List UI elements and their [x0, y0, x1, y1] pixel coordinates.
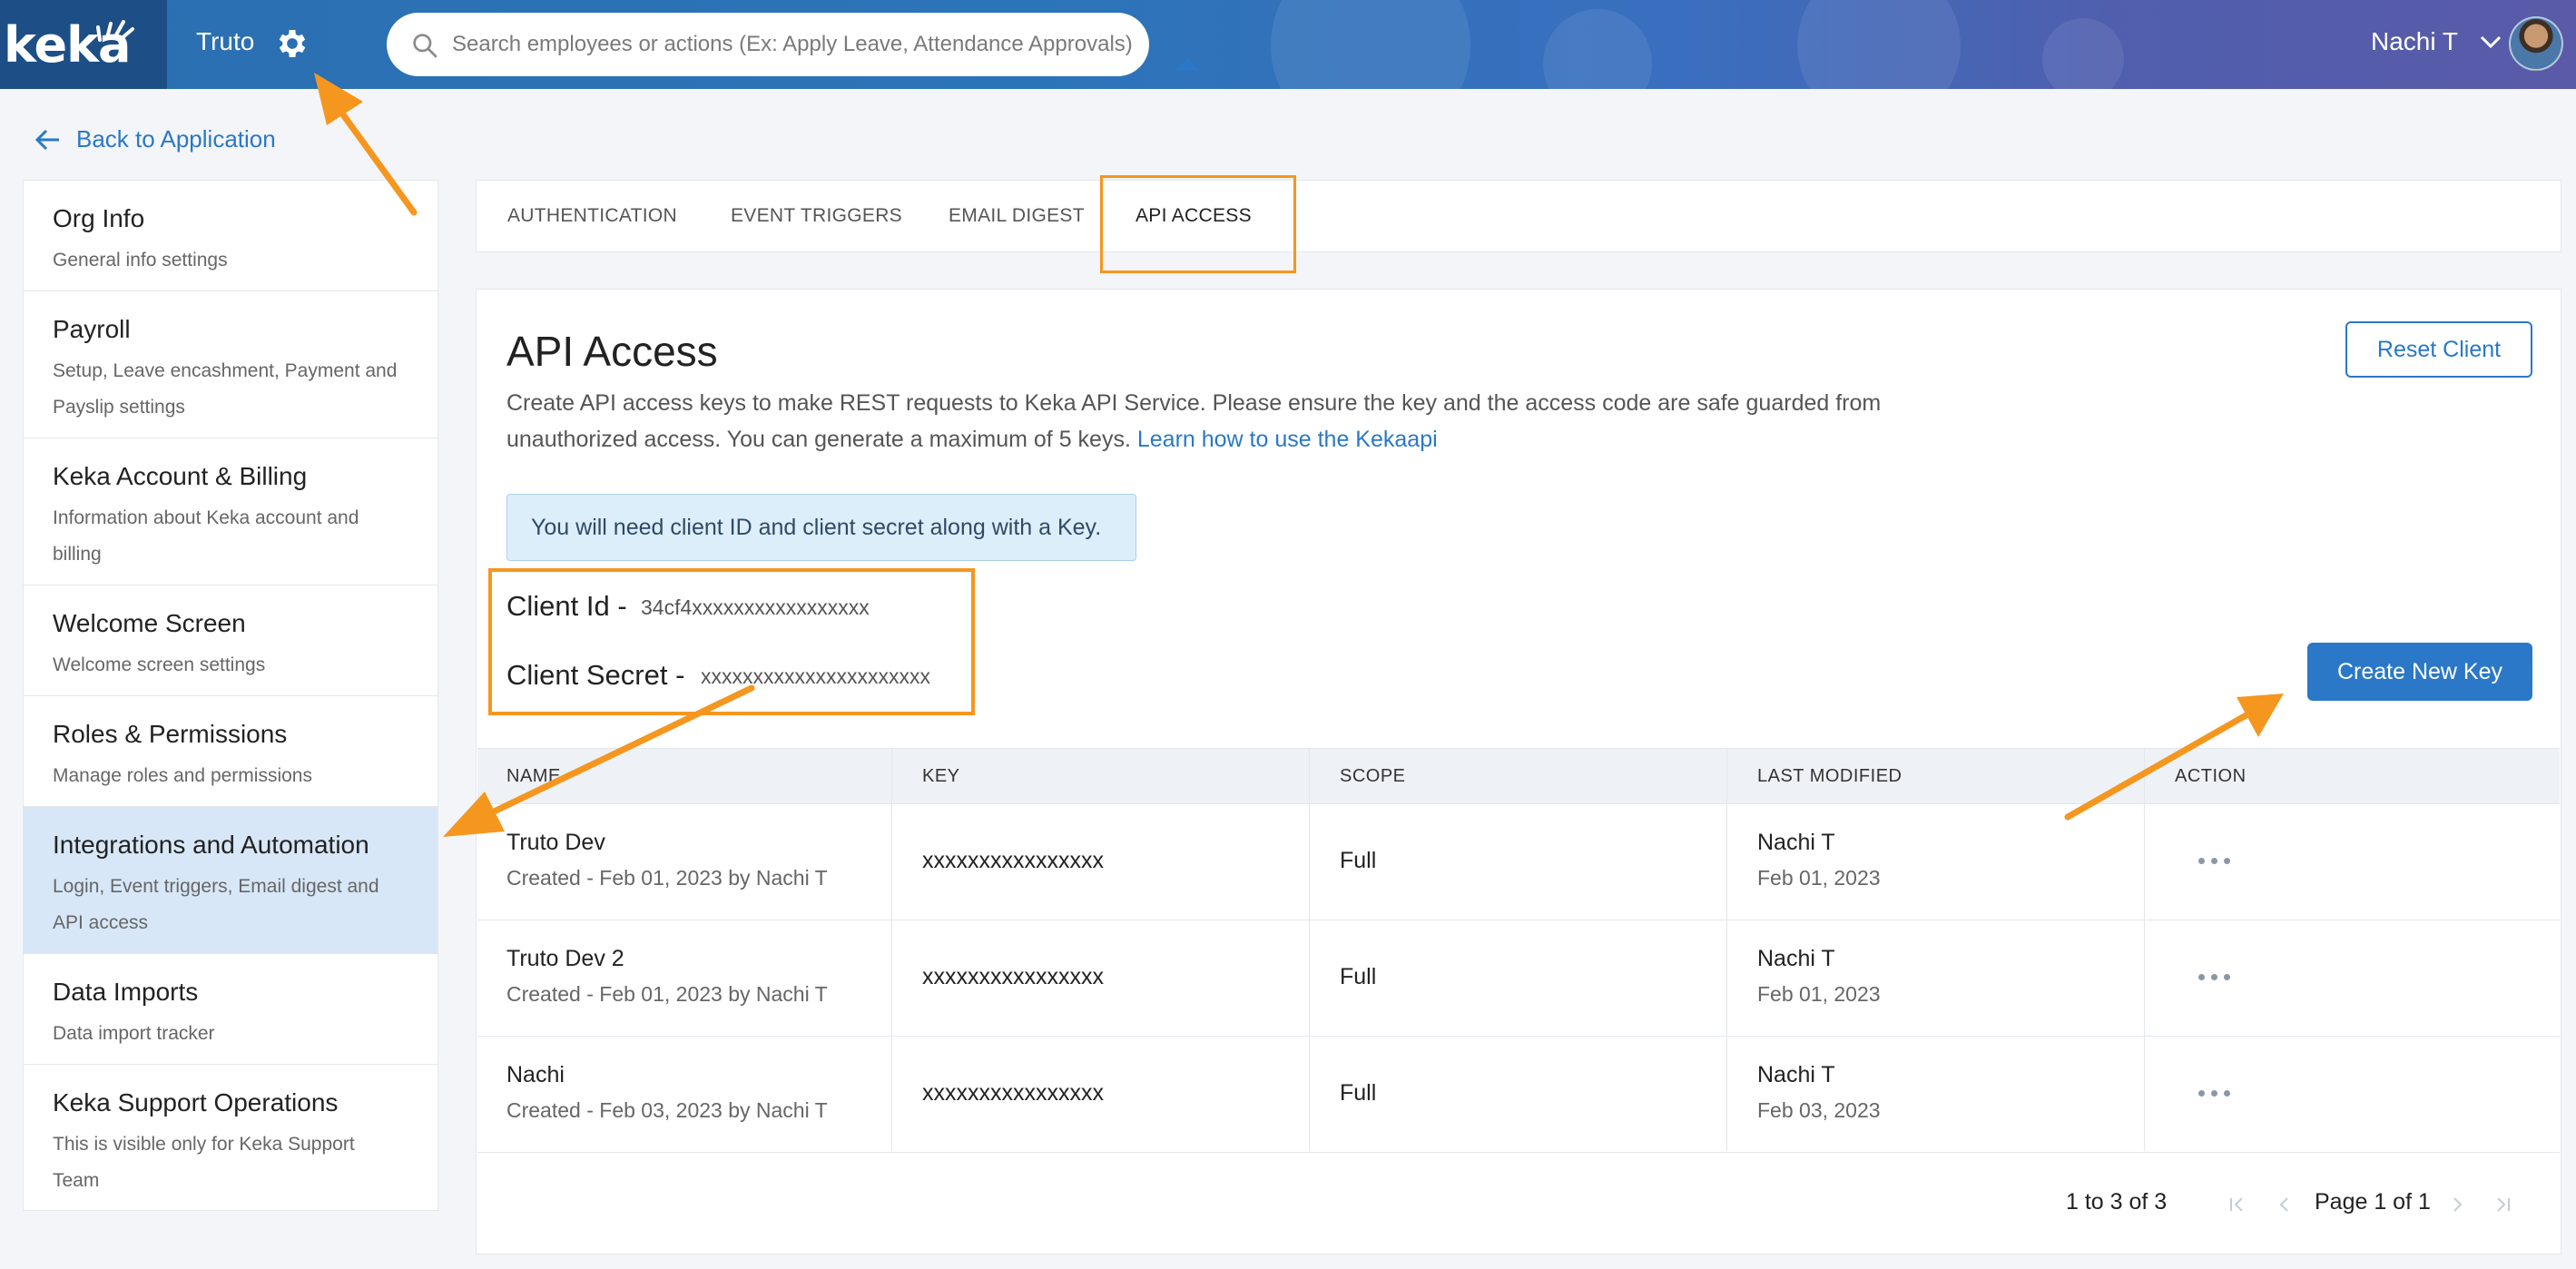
more-actions-icon[interactable]: [2198, 1084, 2244, 1102]
modified-by: Nachi T: [1757, 946, 1835, 971]
header-ornament: [1797, 0, 1961, 89]
annotation-highlight-tab: [1100, 175, 1296, 273]
key-name: Truto Dev 2: [506, 946, 624, 971]
sidebar-item-roles-permissions[interactable]: Roles & Permissions Manage roles and per…: [24, 696, 438, 807]
sidebar-item-title: Data Imports: [53, 978, 199, 1006]
arrow-left-icon: [34, 129, 59, 150]
modified-date: Feb 03, 2023: [1757, 1098, 1881, 1122]
column-header-scope[interactable]: SCOPE: [1340, 749, 1406, 803]
search-icon: [413, 34, 438, 58]
header-ornament: [1271, 0, 1470, 89]
description-line: unauthorized access. You can generate a …: [506, 427, 1131, 452]
table-row: Truto Dev Created - Feb 01, 2023 by Nach…: [477, 804, 2560, 920]
table-row: Truto Dev 2 Created - Feb 01, 2023 by Na…: [477, 920, 2560, 1037]
key-created: Created - Feb 01, 2023 by Nachi T: [506, 982, 828, 1006]
page-description: Create API access keys to make REST requ…: [506, 385, 1941, 457]
sidebar-item-subtitle: Setup, Leave encashment, Payment and Pays…: [53, 360, 398, 418]
sidebar-item-subtitle: Login, Event triggers, Email digest and A…: [53, 876, 379, 933]
sidebar-item-org-info[interactable]: Org Info General info settings: [24, 181, 438, 291]
search-input[interactable]: [452, 13, 1133, 76]
column-header-last-modified[interactable]: LAST MODIFIED: [1757, 749, 1903, 803]
key-scope: Full: [1340, 848, 1377, 873]
info-banner: You will need client ID and client secre…: [506, 494, 1136, 561]
more-actions-icon[interactable]: [2198, 851, 2244, 870]
tab-email-digest[interactable]: EMAIL DIGEST: [949, 181, 1085, 251]
logo-rays-icon: [96, 20, 134, 42]
sidebar-item-support-operations[interactable]: Keka Support Operations This is visible …: [24, 1065, 438, 1210]
header-ornament: [2042, 18, 2124, 89]
sidebar-item-title: Org Info: [53, 204, 145, 232]
gear-icon[interactable]: [274, 25, 310, 62]
tab-event-triggers[interactable]: EVENT TRIGGERS: [731, 181, 902, 251]
first-page-icon[interactable]: [2224, 1191, 2251, 1218]
next-page-icon[interactable]: [2443, 1191, 2471, 1218]
org-name[interactable]: Truto: [196, 27, 254, 56]
sidebar-item-data-imports[interactable]: Data Imports Data import tracker: [24, 954, 438, 1065]
learn-kekaapi-link[interactable]: Learn how to use the Kekaapi: [1137, 427, 1438, 452]
key-created: Created - Feb 01, 2023 by Nachi T: [506, 866, 828, 890]
sidebar-item-title: Roles & Permissions: [53, 720, 288, 748]
sidebar-item-title: Integrations and Automation: [53, 831, 369, 859]
sidebar-item-subtitle: Information about Keka account and billin…: [53, 507, 359, 565]
header-ornament: [1543, 9, 1652, 89]
tab-authentication[interactable]: AUTHENTICATION: [507, 181, 677, 251]
more-actions-icon[interactable]: [2198, 968, 2244, 986]
avatar[interactable]: [2509, 16, 2563, 71]
key-scope: Full: [1340, 1080, 1377, 1106]
page-indicator: Page 1 of 1: [2315, 1189, 2431, 1215]
key-value: xxxxxxxxxxxxxxxx: [922, 1080, 1104, 1106]
back-link-label: Back to Application: [76, 125, 276, 152]
sidebar-item-integrations[interactable]: Integrations and Automation Login, Event…: [24, 807, 438, 954]
reset-client-button[interactable]: Reset Client: [2345, 321, 2532, 378]
page-title: API Access: [506, 328, 718, 375]
key-scope: Full: [1340, 964, 1377, 989]
pagination-count: 1 to 3 of 3: [2066, 1189, 2168, 1215]
key-name: Truto Dev: [506, 830, 605, 855]
column-header-action: ACTION: [2175, 766, 2247, 786]
modified-date: Feb 01, 2023: [1757, 866, 1881, 890]
sidebar-item-title: Keka Account & Billing: [53, 462, 308, 490]
key-name: Nachi: [506, 1062, 565, 1087]
keys-table-header: NAME KEY SCOPE LAST MODIFIED ACTION: [477, 748, 2560, 804]
top-bar: keka Truto Nachi T: [0, 0, 2576, 89]
sidebar-item-subtitle: Manage roles and permissions: [53, 765, 312, 786]
search-bar[interactable]: [387, 13, 1149, 76]
back-to-application-link[interactable]: Back to Application: [34, 125, 276, 153]
sidebar-item-title: Payroll: [53, 315, 131, 343]
create-new-key-button[interactable]: Create New Key: [2307, 643, 2532, 701]
key-value: xxxxxxxxxxxxxxxx: [922, 964, 1104, 989]
sidebar-item-subtitle: Welcome screen settings: [53, 654, 266, 675]
modified-date: Feb 01, 2023: [1757, 982, 1881, 1006]
key-value: xxxxxxxxxxxxxxxx: [922, 848, 1104, 873]
sidebar-item-subtitle: This is visible only for Keka Support Tea…: [53, 1134, 355, 1191]
user-name[interactable]: Nachi T: [2371, 27, 2458, 56]
settings-sidebar: Org Info General info settings Payroll S…: [23, 180, 438, 1211]
last-page-icon[interactable]: [2489, 1191, 2516, 1218]
sidebar-item-account-billing[interactable]: Keka Account & Billing Information about…: [24, 438, 438, 585]
sidebar-item-title: Welcome Screen: [53, 609, 246, 637]
sidebar-item-title: Keka Support Operations: [53, 1088, 339, 1117]
active-tab-indicator: [1175, 58, 1200, 71]
description-line: Create API access keys to make REST requ…: [506, 390, 1882, 416]
sidebar-item-subtitle: General info settings: [53, 250, 228, 271]
annotation-highlight-credentials: [488, 568, 975, 715]
sidebar-item-welcome-screen[interactable]: Welcome Screen Welcome screen settings: [24, 585, 438, 696]
sidebar-item-payroll[interactable]: Payroll Setup, Leave encashment, Payment…: [24, 291, 438, 438]
table-row: Nachi Created - Feb 03, 2023 by Nachi T …: [477, 1037, 2560, 1153]
column-header-name[interactable]: NAME: [506, 749, 561, 803]
modified-by: Nachi T: [1757, 830, 1835, 855]
column-header-key[interactable]: KEY: [922, 749, 960, 803]
logo[interactable]: keka: [0, 0, 167, 89]
settings-tabs: AUTHENTICATION EVENT TRIGGERS EMAIL DIGE…: [476, 180, 2561, 252]
prev-page-icon[interactable]: [2271, 1191, 2298, 1218]
chevron-down-icon[interactable]: [2478, 33, 2503, 51]
sidebar-item-subtitle: Data import tracker: [53, 1023, 215, 1044]
modified-by: Nachi T: [1757, 1062, 1835, 1087]
key-created: Created - Feb 03, 2023 by Nachi T: [506, 1098, 828, 1122]
